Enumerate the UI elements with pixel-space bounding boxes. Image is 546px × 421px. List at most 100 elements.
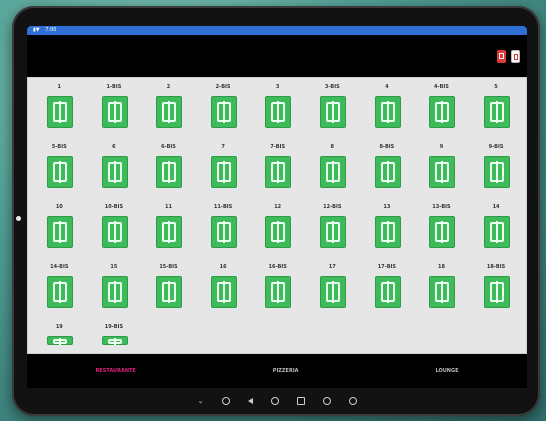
table-icon[interactable] (319, 96, 346, 128)
table-cell[interactable]: 14 (469, 202, 524, 262)
table-icon[interactable] (265, 156, 292, 188)
table-cell[interactable]: 11 (141, 202, 196, 262)
table-cell[interactable]: 6-BIS (141, 142, 196, 202)
table-icon[interactable] (265, 276, 292, 308)
settings-icon[interactable] (221, 397, 230, 405)
clipboard-icon[interactable] (497, 50, 506, 63)
table-cell[interactable]: 11-BIS (196, 202, 251, 262)
table-icon[interactable] (319, 216, 346, 248)
back-icon[interactable] (247, 398, 253, 404)
table-icon[interactable] (156, 216, 183, 248)
table-icon[interactable] (210, 156, 237, 188)
table-icon[interactable] (319, 156, 346, 188)
table-label: 18-BIS (486, 264, 506, 270)
table-cell[interactable]: 3 (250, 82, 305, 142)
table-cell[interactable]: 10-BIS (87, 202, 142, 262)
table-label: 5-BIS (51, 144, 67, 150)
table-cell[interactable]: 16 (196, 262, 251, 322)
table-icon[interactable] (483, 216, 510, 248)
table-cell[interactable]: 4-BIS (414, 82, 469, 142)
table-cell[interactable]: 9-BIS (469, 142, 524, 202)
table-icon[interactable] (156, 276, 183, 308)
table-label: 15 (110, 264, 118, 270)
table-icon[interactable] (429, 276, 456, 308)
table-icon[interactable] (429, 96, 456, 128)
home-icon[interactable] (270, 397, 279, 405)
table-icon[interactable] (156, 156, 183, 188)
table-cell[interactable]: 3-BIS (305, 82, 360, 142)
table-cell[interactable]: 4 (360, 82, 415, 142)
table-icon[interactable] (483, 156, 510, 188)
table-cell[interactable]: 13-BIS (414, 202, 469, 262)
table-label: 11-BIS (213, 204, 233, 210)
table-label: 6 (112, 144, 116, 150)
table-icon[interactable] (101, 96, 128, 128)
table-cell[interactable]: 2 (141, 82, 196, 142)
recents-icon[interactable] (296, 397, 305, 405)
table-icon[interactable] (47, 336, 73, 345)
table-icon[interactable] (429, 156, 456, 188)
accessibility-icon[interactable] (348, 397, 357, 405)
table-icon[interactable] (101, 336, 128, 345)
table-label: 16-BIS (268, 264, 287, 270)
table-icon[interactable] (101, 156, 128, 188)
table-icon[interactable] (374, 276, 401, 308)
table-label: 16 (219, 264, 227, 270)
table-cell[interactable]: 10 (32, 202, 87, 262)
table-icon[interactable] (374, 96, 401, 128)
table-icon[interactable] (374, 156, 401, 188)
table-cell[interactable]: 16-BIS (250, 262, 305, 322)
table-cell[interactable]: 2-BIS (196, 82, 251, 142)
table-icon[interactable] (374, 216, 401, 248)
table-label: 13-BIS (432, 204, 451, 210)
table-cell[interactable]: 7-BIS (250, 142, 305, 202)
table-icon[interactable] (429, 216, 456, 248)
tab-lounge[interactable]: LOUNGE (435, 368, 458, 374)
table-cell[interactable]: 7 (196, 142, 251, 202)
table-icon[interactable] (265, 96, 292, 128)
table-cell[interactable]: 5 (469, 82, 524, 142)
table-cell[interactable]: 1-BIS (87, 82, 142, 142)
chevron-down-icon[interactable]: ⌄ (198, 398, 204, 405)
table-cell[interactable]: 18 (414, 262, 469, 322)
table-icon[interactable] (483, 276, 510, 308)
table-cell[interactable]: 14-BIS (32, 262, 87, 322)
table-cell[interactable]: 17 (305, 262, 360, 322)
table-icon[interactable] (483, 96, 510, 128)
assist-icon[interactable] (322, 397, 331, 405)
table-icon[interactable] (156, 96, 183, 128)
table-label: 14-BIS (50, 264, 69, 270)
table-icon[interactable] (47, 156, 73, 188)
table-icon[interactable] (210, 216, 237, 248)
table-icon[interactable] (265, 216, 292, 248)
table-cell[interactable]: 8 (305, 142, 360, 202)
table-cell[interactable]: 15-BIS (141, 262, 196, 322)
table-cell[interactable]: 1 (32, 82, 87, 142)
table-label: 12 (274, 204, 282, 210)
tab-restaurante[interactable]: RESTAURANTE (95, 368, 135, 374)
table-label: 7 (221, 144, 225, 150)
table-cell[interactable]: 9 (414, 142, 469, 202)
table-label: 4 (385, 84, 389, 90)
table-icon[interactable] (101, 276, 128, 308)
table-cell[interactable]: 8-BIS (360, 142, 415, 202)
table-icon[interactable] (47, 96, 73, 128)
table-cell[interactable]: 12 (250, 202, 305, 262)
table-cell[interactable]: 12-BIS (305, 202, 360, 262)
table-icon[interactable] (47, 276, 73, 308)
table-icon[interactable] (210, 276, 237, 308)
table-label: 9 (439, 144, 444, 150)
table-icon[interactable] (101, 216, 128, 248)
tab-pizzeria[interactable]: PIZZERIA (273, 368, 299, 374)
table-cell[interactable]: 13 (360, 202, 415, 262)
table-icon[interactable] (47, 216, 73, 248)
table-icon[interactable] (210, 96, 237, 128)
table-cell[interactable]: 18-BIS (469, 262, 524, 322)
table-cell[interactable]: 15 (87, 262, 142, 322)
tablet-frame: ▮▼ 7:00 1 1-BIS 2 2-BIS 3 3-BIS 4 4-BIS 5 5-BIS 6 6… (12, 6, 540, 416)
document-icon[interactable] (511, 50, 520, 63)
table-cell[interactable]: 17-BIS (360, 262, 415, 322)
table-cell[interactable]: 6 (87, 142, 142, 202)
table-icon[interactable] (319, 276, 346, 308)
table-cell[interactable]: 5-BIS (32, 142, 87, 202)
